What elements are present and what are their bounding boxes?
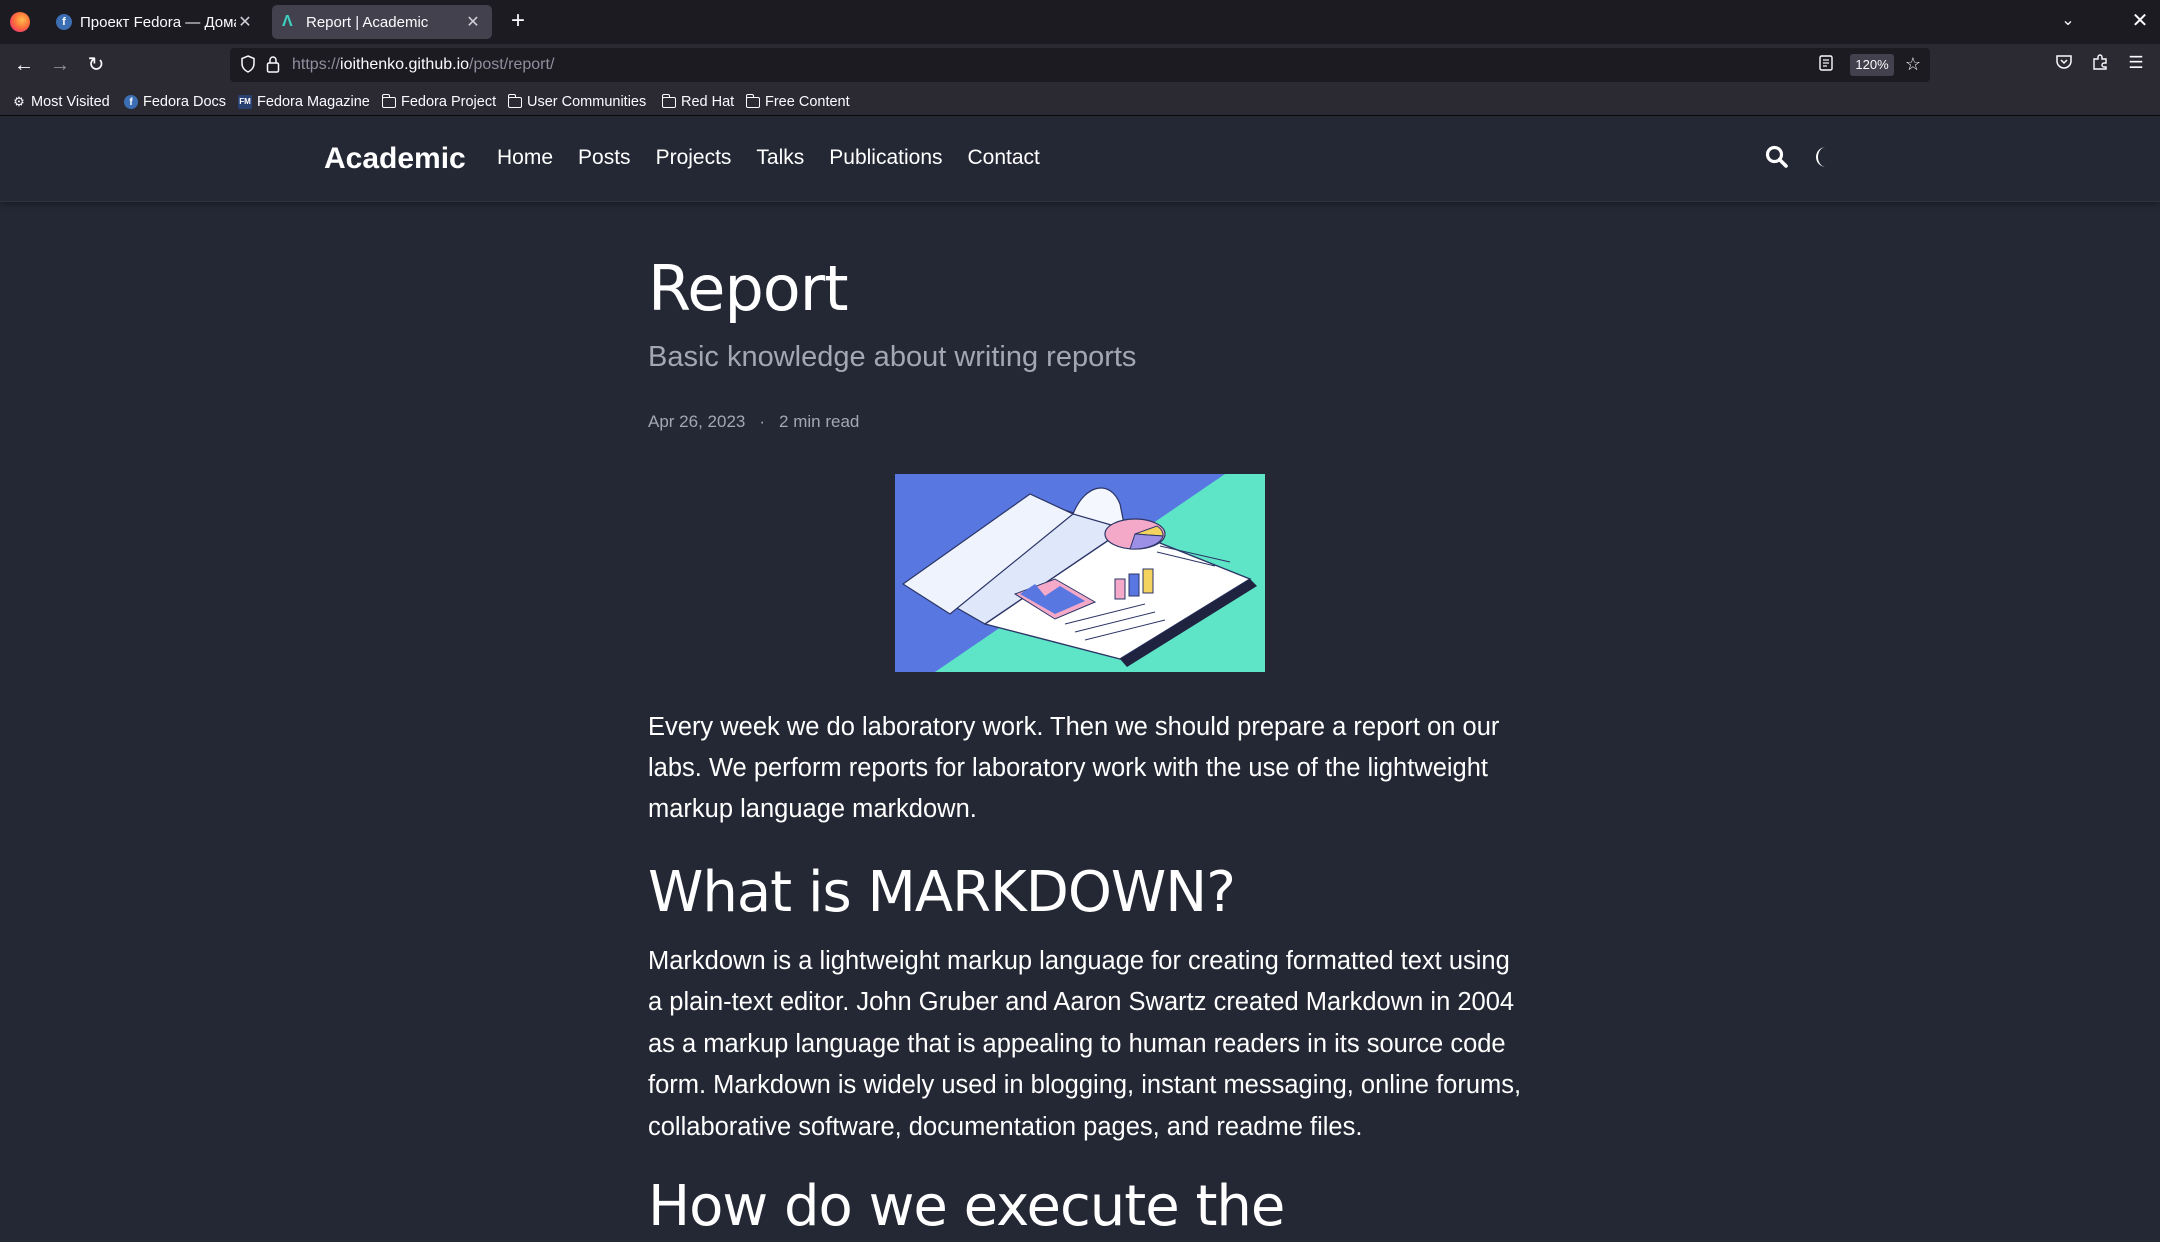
page-title: Report xyxy=(648,252,849,325)
browser-toolbar: ← → ↻ https://ioithenko.github.io/post/r… xyxy=(0,44,2160,86)
tab-report-academic[interactable]: Λ Report | Academic ✕ xyxy=(272,5,492,39)
bookmark-folder-fedora-project[interactable]: Fedora Project xyxy=(381,92,496,112)
section-heading-execution: How do we execute the xyxy=(648,1174,1285,1239)
back-arrow-icon[interactable]: ← xyxy=(10,51,38,79)
address-bar[interactable]: https://ioithenko.github.io/post/report/… xyxy=(230,48,1930,82)
bookmark-star-icon[interactable]: ☆ xyxy=(1902,54,1924,76)
featured-image-report-illustration xyxy=(895,474,1265,672)
reader-view-icon[interactable] xyxy=(1816,55,1836,75)
folder-icon xyxy=(381,93,396,108)
pocket-icon[interactable] xyxy=(2052,53,2076,77)
forward-arrow-icon[interactable]: → xyxy=(46,51,74,79)
fedora-favicon-icon: f xyxy=(124,95,138,109)
close-window-icon[interactable]: ✕ xyxy=(2128,8,2152,36)
site-header: Academic Home Posts Projects Talks Publi… xyxy=(0,116,2160,202)
folder-icon xyxy=(745,93,760,108)
zoom-level-badge[interactable]: 120% xyxy=(1850,54,1894,76)
new-tab-plus-icon[interactable]: + xyxy=(504,8,532,36)
nav-contact[interactable]: Contact xyxy=(968,146,1040,170)
nav-posts[interactable]: Posts xyxy=(578,146,631,170)
lock-icon[interactable] xyxy=(266,55,282,75)
nav-publications[interactable]: Publications xyxy=(829,146,942,170)
site-brand-link[interactable]: Academic xyxy=(324,142,466,176)
shield-icon[interactable] xyxy=(240,55,258,75)
page-subtitle: Basic knowledge about writing reports xyxy=(648,341,1137,373)
nav-home[interactable]: Home xyxy=(497,146,553,170)
search-icon[interactable] xyxy=(1764,144,1792,172)
bookmark-fedora-docs[interactable]: f Fedora Docs xyxy=(124,92,226,112)
section-heading-markdown: What is MARKDOWN? xyxy=(648,860,1236,925)
intro-paragraph: Every week we do laboratory work. Then w… xyxy=(648,713,1500,823)
gear-icon: ⚙ xyxy=(13,94,25,109)
moon-icon[interactable] xyxy=(1810,144,1838,172)
markdown-paragraph: Markdown is a lightweight markup languag… xyxy=(648,947,1522,1141)
close-tab-icon[interactable]: ✕ xyxy=(464,12,482,32)
fedora-favicon-icon: f xyxy=(56,14,72,30)
browser-tab-strip: f Проект Fedora — Домашняя страница ✕ Λ … xyxy=(0,0,2160,44)
folder-icon xyxy=(661,93,676,108)
read-time: 2 min read xyxy=(779,412,860,431)
bookmarks-toolbar: ⚙ Most Visited f Fedora Docs FM Fedora M… xyxy=(0,86,2160,116)
fedora-magazine-icon: FM xyxy=(238,95,252,109)
firefox-logo-icon[interactable] xyxy=(10,12,30,32)
reload-icon[interactable]: ↻ xyxy=(82,51,110,79)
bookmark-folder-red-hat[interactable]: Red Hat xyxy=(661,92,734,112)
tab-fedora-home[interactable]: f Проект Fedora — Домашняя страница ✕ xyxy=(46,5,264,39)
academic-favicon-icon: Λ xyxy=(282,13,293,30)
bookmark-most-visited[interactable]: ⚙ Most Visited xyxy=(12,92,110,112)
meta-separator: · xyxy=(759,412,766,431)
folder-icon xyxy=(507,93,522,108)
nav-projects[interactable]: Projects xyxy=(656,146,732,170)
close-tab-icon[interactable]: ✕ xyxy=(236,12,254,32)
bookmark-fedora-magazine[interactable]: FM Fedora Magazine xyxy=(238,92,370,112)
tab-title: Проект Fedora — Домашняя страница xyxy=(80,13,236,31)
publish-date: Apr 26, 2023 xyxy=(648,412,746,431)
chevron-down-icon[interactable]: ⌄ xyxy=(2054,10,2082,34)
tab-title: Report | Academic xyxy=(306,13,429,31)
bookmark-folder-user-communities[interactable]: User Communities xyxy=(507,92,646,112)
bookmark-folder-free-content[interactable]: Free Content xyxy=(745,92,850,112)
nav-talks[interactable]: Talks xyxy=(756,146,804,170)
article-meta: Apr 26, 2023 · 2 min read xyxy=(648,412,859,432)
main-nav-menu: Home Posts Projects Talks Publications C… xyxy=(497,146,1065,170)
extensions-puzzle-icon[interactable] xyxy=(2088,53,2112,77)
url-text[interactable]: https://ioithenko.github.io/post/report/ xyxy=(292,56,554,74)
hamburger-menu-icon[interactable]: ☰ xyxy=(2124,53,2148,77)
